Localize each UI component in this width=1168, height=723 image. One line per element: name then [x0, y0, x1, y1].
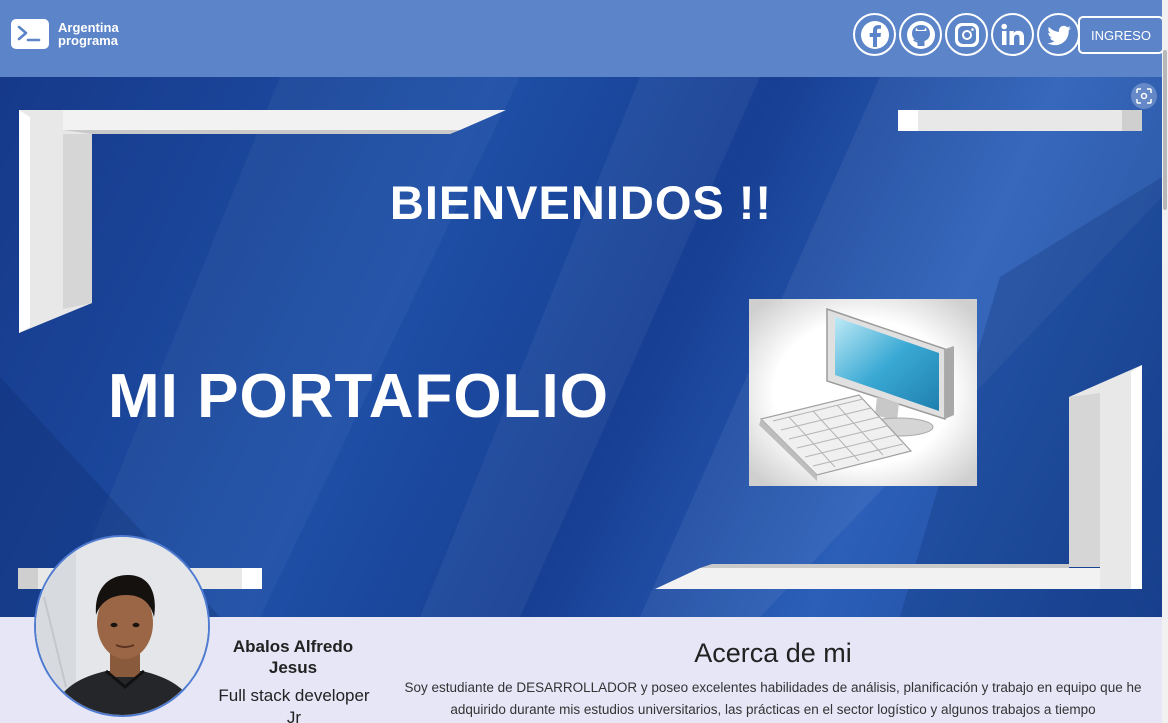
portfolio-title: MI PORTAFOLIO [108, 362, 609, 431]
profile-avatar [34, 535, 210, 717]
hero-banner: BIENVENIDOS !! MI PORTAFOLIO [0, 77, 1162, 617]
banner-decoration [0, 77, 1162, 617]
profile-name: Abalos Alfredo Jesus [232, 637, 354, 677]
computer-illustration [749, 299, 977, 486]
about-heading: Acerca de mi [694, 638, 852, 668]
profile-role: Full stack developer Jr [218, 686, 370, 723]
argentina-programa-logo[interactable]: Argentina programa [11, 19, 119, 49]
scrollbar-thumb[interactable] [1163, 50, 1167, 210]
facebook-icon[interactable] [853, 13, 896, 56]
welcome-heading: BIENVENIDOS !! [389, 176, 773, 229]
twitter-icon[interactable] [1037, 13, 1080, 56]
focus-screen-icon[interactable] [1131, 83, 1157, 109]
github-icon[interactable] [899, 13, 942, 56]
logo-text-line2: programa [58, 33, 118, 48]
about-paragraph: Soy estudiante de DESARROLLADOR y poseo … [404, 680, 1142, 717]
linkedin-icon[interactable] [991, 13, 1034, 56]
top-navbar: Argentina programa INGRESO [0, 0, 1164, 77]
login-button[interactable]: INGRESO [1078, 16, 1164, 54]
instagram-icon[interactable] [945, 13, 988, 56]
terminal-icon [11, 19, 49, 49]
page-scrollbar[interactable] [1162, 0, 1168, 723]
social-links [853, 13, 1080, 56]
